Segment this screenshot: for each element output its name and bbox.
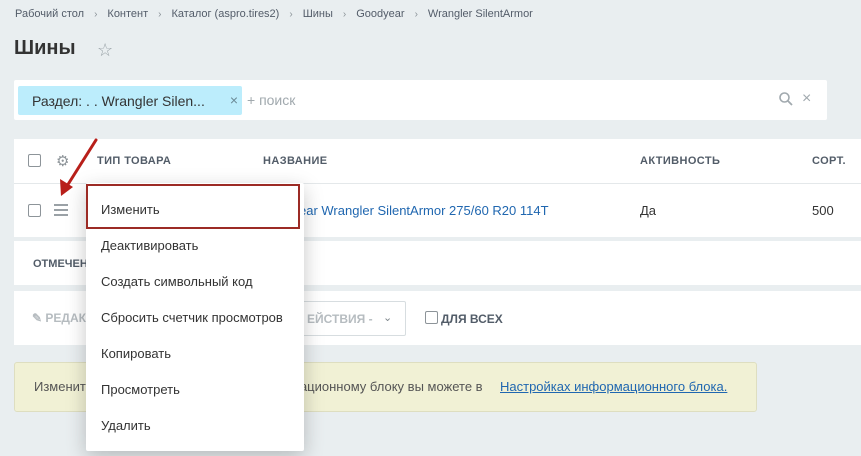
menu-item-delete[interactable]: Удалить	[101, 418, 151, 433]
row-checkbox[interactable]	[28, 204, 41, 217]
search-icon[interactable]	[778, 91, 794, 112]
chevron-right-icon: ›	[414, 9, 418, 20]
notice-text: мационному блоку вы можете в	[291, 379, 483, 394]
chevron-right-icon: ›	[158, 9, 162, 20]
chevron-right-icon: ›	[342, 9, 347, 20]
page-title: Шины	[14, 37, 76, 59]
column-header-sort[interactable]: СОРТ.	[812, 155, 846, 167]
row-name-link[interactable]: ear Wrangler SilentArmor 275/60 R20 114T	[299, 203, 549, 218]
menu-item-edit[interactable]: Изменить	[86, 184, 300, 229]
breadcrumb-item[interactable]: Wrangler SilentArmor	[428, 8, 533, 20]
menu-item-deactivate[interactable]: Деактивировать	[101, 238, 198, 253]
notice-text-start: Изменить	[34, 379, 93, 394]
remove-chip-icon[interactable]: ×	[230, 92, 238, 108]
filter-chip-label: Раздел: . . Wrangler Silen...	[32, 93, 205, 109]
selected-label: ОТМЕЧЕН	[33, 258, 88, 270]
row-active: Да	[640, 203, 657, 218]
menu-item-view[interactable]: Просмотреть	[101, 382, 180, 397]
iblock-settings-link[interactable]: Настройках информационного блока.	[500, 379, 727, 394]
search-input[interactable]: + поиск	[247, 92, 295, 108]
breadcrumb-item[interactable]: Контент	[107, 8, 148, 20]
menu-item-copy[interactable]: Копировать	[101, 346, 171, 361]
chevron-right-icon: ›	[94, 9, 98, 20]
column-header-type[interactable]: ТИП ТОВАРА	[97, 155, 171, 167]
for-all-label[interactable]: ДЛЯ ВСЕХ	[441, 312, 503, 326]
breadcrumb-item[interactable]: Каталог (aspro.tires2)	[172, 8, 280, 20]
select-all-checkbox[interactable]	[28, 154, 41, 167]
actions-select-label: ЕЙСТВИЯ -	[307, 312, 373, 326]
filter-search-bar[interactable]: Раздел: . . Wrangler Silen... × + поиск …	[14, 80, 827, 120]
actions-select[interactable]: ЕЙСТВИЯ - ⌄	[302, 301, 406, 336]
close-icon[interactable]: ×	[802, 90, 811, 108]
filter-chip[interactable]: Раздел: . . Wrangler Silen... ×	[18, 86, 242, 115]
row-context-menu: Изменить Деактивировать Создать символьн…	[86, 183, 304, 451]
row-sort: 500	[812, 203, 834, 218]
breadcrumb-item[interactable]: Рабочий стол	[15, 8, 84, 20]
row-menu-icon[interactable]	[54, 204, 68, 219]
breadcrumb-item[interactable]: Goodyear	[356, 8, 404, 20]
chevron-right-icon: ›	[289, 9, 293, 20]
table-header: ⚙ ТИП ТОВАРА НАЗВАНИЕ АКТИВНОСТЬ СОРТ.	[14, 139, 861, 184]
breadcrumb-item[interactable]: Шины	[303, 8, 333, 20]
menu-item-reset-views[interactable]: Сбросить счетчик просмотров	[101, 310, 283, 325]
menu-item-create-code[interactable]: Создать символьный код	[101, 274, 253, 289]
chevron-down-icon: ⌄	[383, 312, 393, 324]
column-header-name[interactable]: НАЗВАНИЕ	[263, 155, 328, 167]
for-all-checkbox[interactable]	[425, 311, 438, 324]
breadcrumb: Рабочий стол › Контент › Каталог (aspro.tire…	[15, 8, 533, 20]
column-header-active[interactable]: АКТИВНОСТЬ	[640, 155, 720, 167]
edit-button[interactable]: ✎ РЕДАК	[32, 311, 86, 325]
star-icon[interactable]: ☆	[97, 40, 113, 61]
